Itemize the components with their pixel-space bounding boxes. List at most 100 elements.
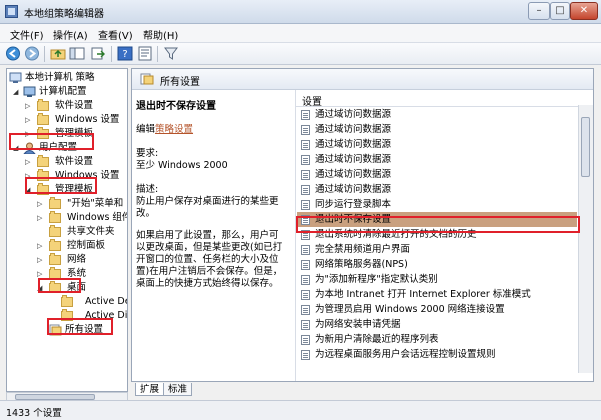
minimize-button[interactable]: – [528,2,550,20]
up-folder-button[interactable] [50,46,66,61]
tab-standard[interactable]: 标准 [163,383,193,396]
list-item[interactable]: 为"添加新程序"指定默认类别 [297,272,577,287]
policy-setting-icon [301,170,310,180]
tab-extended[interactable]: 扩展 [135,383,165,396]
details-title: 所有设置 [160,77,200,88]
edit-line: 编辑策略设置 [136,124,194,135]
list-item-label: 同步运行登录脚本 [315,199,392,210]
collapsed-caret-icon: ▷ [37,270,43,278]
policy-setting-icon [301,200,310,210]
folder-icon [37,183,49,195]
status-text: 1433 个设置 [6,408,62,419]
list-item-label: 网络策略服务器(NPS) [315,259,408,270]
toolbar-separator [111,46,112,62]
list-item-label: 退出系统时清除最近打开的文档的历史 [315,229,477,240]
back-button[interactable] [5,46,21,61]
list-item[interactable]: 通过域访问数据源 [297,152,577,167]
list-item[interactable]: 通过域访问数据源 [297,182,577,197]
policy-editor-icon [5,5,18,18]
policy-setting-icon [301,110,310,120]
expanded-caret-icon: ◢ [13,144,19,152]
folder-icon [37,113,49,125]
export-icon [91,47,105,60]
list-item[interactable]: 网络策略服务器(NPS) [297,257,577,272]
description-panel: 退出时不保存设置 编辑策略设置 要求: 至少 Windows 2000 描述: … [132,90,295,381]
list-item-label: 为新用户清除最近的程序列表 [315,334,439,345]
collapsed-caret-icon: ▷ [37,200,43,208]
list-item[interactable]: 通过域访问数据源 [297,107,577,122]
collapsed-caret-icon: ▷ [25,102,31,110]
list-item-label: 为"添加新程序"指定默认类别 [315,274,438,285]
requirements-value: 至少 Windows 2000 [136,160,228,171]
list-item[interactable]: 同步运行登录脚本 [297,197,577,212]
all-settings-icon [140,73,154,85]
folder-icon [49,253,61,265]
toolbar-separator [44,46,45,62]
list-item[interactable]: 为管理员启用 Windows 2000 网络连接设置 [297,302,577,317]
folder-icon [37,155,49,167]
folder-icon [49,225,61,237]
list-item-label: 为远程桌面服务用户会话远程控制设置规则 [315,349,496,360]
list-item[interactable]: 完全禁用频道用户界面 [297,242,577,257]
policy-setting-icon [301,140,310,150]
properties-button[interactable] [137,46,153,61]
menu-help[interactable]: 帮助(H) [143,27,178,42]
list-item-label: 通过域访问数据源 [315,124,392,135]
export-list-button[interactable] [90,46,106,61]
settings-vertical-scrollbar[interactable] [578,105,593,373]
back-arrow-icon [6,46,20,61]
list-item-label: 通过域访问数据源 [315,184,392,195]
list-item[interactable]: 退出系统时清除最近打开的文档的历史 [297,227,577,242]
folder-up-icon [50,49,66,60]
list-item-label: 通过域访问数据源 [315,139,392,150]
collapsed-caret-icon: ▷ [37,242,43,250]
policy-setting-icon [301,260,310,270]
folder-icon [49,239,61,251]
collapsed-caret-icon: ▷ [25,130,31,138]
policy-setting-icon [301,290,310,300]
title-bar: 本地组策略编辑器 – □ ✕ [0,0,601,24]
list-item[interactable]: 退出时不保存设置 [297,212,577,227]
description-detail: 如果启用了此设置，那么，用户可以更改桌面，但是某些更改(如已打开窗口的位置、任务… [136,230,283,289]
view-tabs: 扩展 标准 [131,383,594,397]
menu-action[interactable]: 操作(A) [53,27,88,42]
edit-policy-link[interactable]: 策略设置 [155,124,193,135]
list-item[interactable]: 为网络安装申请凭据 [297,317,577,332]
svg-text:?: ? [122,49,127,60]
forward-button[interactable] [24,46,40,61]
policy-setting-icon [301,230,310,240]
folder-icon [37,99,49,111]
settings-column-header[interactable]: 设置 [296,90,593,108]
toolbar: ? [0,43,601,65]
computer-icon [23,86,36,97]
scroll-thumb[interactable] [581,117,590,177]
show-hide-tree-button[interactable] [69,46,85,61]
list-item[interactable]: 通过域访问数据源 [297,167,577,182]
description-text: 防止用户保存对桌面进行的某些更改。 [136,196,279,219]
list-item[interactable]: 为远程桌面服务用户会话远程控制设置规则 [297,347,577,362]
menu-file[interactable]: 文件(F) [10,27,44,42]
collapsed-caret-icon: ▷ [25,172,31,180]
list-item-label: 为管理员启用 Windows 2000 网络连接设置 [315,304,505,315]
list-item[interactable]: 为新用户清除最近的程序列表 [297,332,577,347]
list-item[interactable]: 通过域访问数据源 [297,137,577,152]
help-button[interactable]: ? [117,46,133,61]
maximize-button[interactable]: □ [550,2,570,20]
expanded-caret-icon: ◢ [13,88,19,96]
list-item[interactable]: 通过域访问数据源 [297,122,577,137]
policy-setting-icon [301,185,310,195]
menu-bar: 文件(F) 操作(A) 查看(V) 帮助(H) [0,24,601,43]
collapsed-caret-icon: ▷ [25,158,31,166]
folder-icon [61,295,73,307]
filter-button[interactable] [163,46,179,61]
setting-title: 退出时不保存设置 [136,101,216,112]
console-tree-icon [69,47,85,60]
close-button[interactable]: ✕ [570,2,598,20]
console-tree[interactable]: 本地计算机 策略 ◢ 计算机配置 ▷ 软件设置 ▷ Windows 设置 ▷ 管… [6,68,128,392]
policy-setting-icon [301,350,310,360]
list-item[interactable]: 为本地 Intranet 打开 Internet Explorer 标准模式 [297,287,577,302]
pane-divider[interactable] [295,90,296,381]
policy-setting-icon [301,335,310,345]
folder-icon [49,197,61,209]
menu-view[interactable]: 查看(V) [98,27,133,42]
